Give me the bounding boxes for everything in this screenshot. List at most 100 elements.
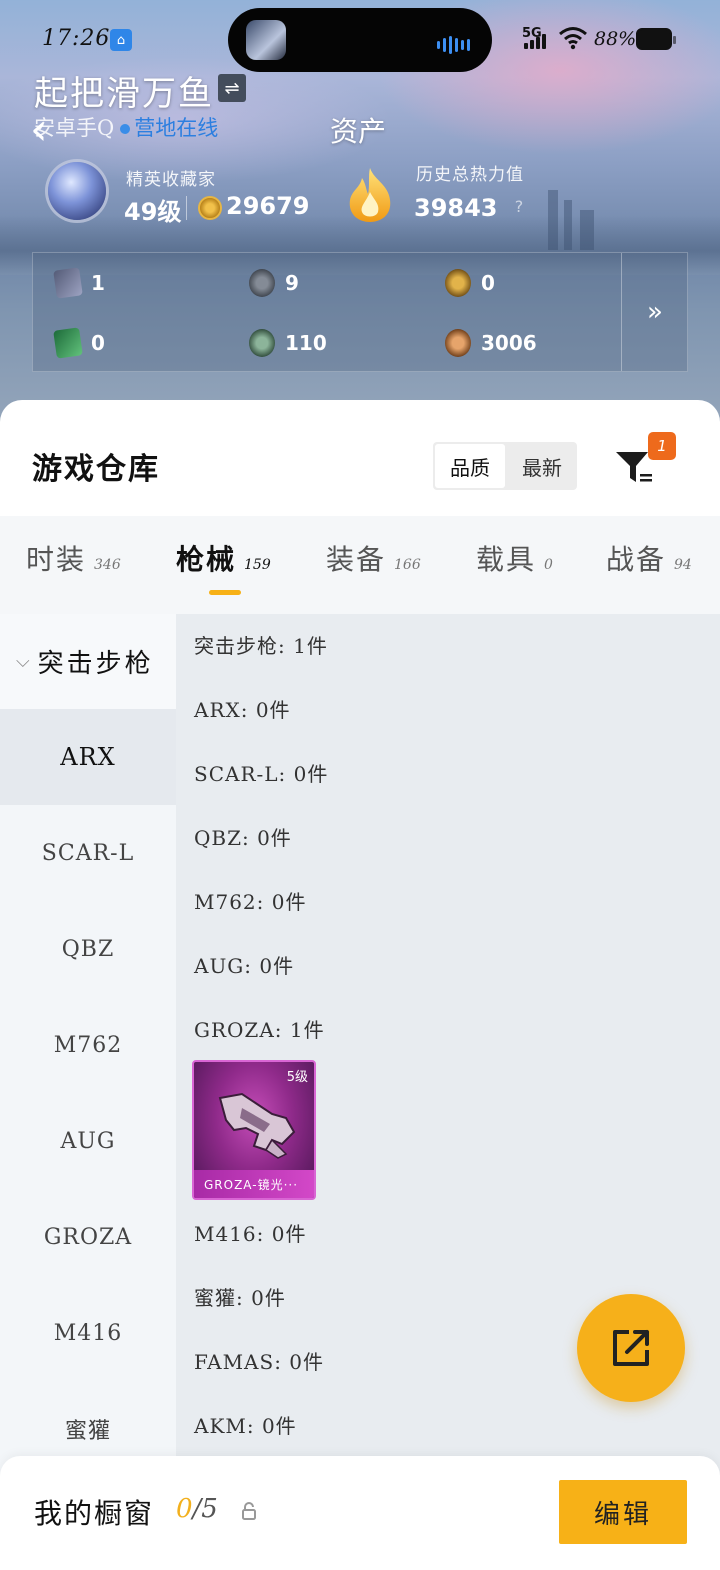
tab-count: 94 [674, 557, 692, 573]
showcase-used: 0 [176, 1494, 193, 1524]
heat-value: 39843 [414, 194, 498, 222]
list-item: M762: 0件 [194, 890, 307, 914]
tab-equipment[interactable]: 装备 166 [326, 538, 421, 578]
category-item-groza[interactable]: GROZA [0, 1189, 176, 1285]
currency-value: 110 [285, 331, 327, 355]
currency-value: 1 [91, 271, 105, 295]
list-item: M416: 0件 [194, 1222, 307, 1246]
currency-value: 9 [285, 271, 299, 295]
tab-supplies[interactable]: 战备 94 [606, 538, 692, 578]
list-item: FAMAS: 0件 [194, 1350, 325, 1374]
chevron-down-icon: ⌵ [16, 651, 30, 672]
list-item: AUG: 0件 [194, 954, 295, 978]
currency-item: 3006 [445, 327, 537, 359]
warehouse-title: 游戏仓库 [32, 452, 160, 487]
media-avatar [246, 20, 286, 60]
tab-vehicles[interactable]: 载具 0 [476, 538, 553, 578]
category-item-m416[interactable]: M416 [0, 1285, 176, 1381]
heat-title: 历史总热力值 [416, 165, 524, 185]
currency-item: 0 [53, 327, 105, 359]
active-tab-indicator [209, 590, 241, 595]
item-level: 5级 [286, 1070, 308, 1085]
online-dot-icon [120, 123, 131, 134]
tower [564, 200, 572, 250]
tab-fashion[interactable]: 时装 346 [26, 538, 121, 578]
currency-item: 9 [249, 267, 299, 299]
silver-card-icon [53, 267, 83, 299]
category-group-assault-rifle[interactable]: ⌵ 突击步枪 [0, 614, 176, 709]
currency-value: 0 [481, 271, 495, 295]
tab-count: 166 [394, 557, 421, 573]
coin-value: 29679 [226, 192, 310, 220]
tab-count: 346 [94, 557, 121, 573]
sort-latest-button[interactable]: 最新 [507, 442, 577, 490]
list-item: AKM: 0件 [194, 1414, 297, 1438]
list-item: SCAR-L: 0件 [194, 762, 329, 786]
rank-badge-icon[interactable] [48, 162, 106, 220]
category-item-scar-l[interactable]: SCAR-L [0, 805, 176, 901]
section-heading: 突击步枪: 1件 [194, 634, 328, 658]
wifi-icon [558, 26, 588, 56]
category-item-qbz[interactable]: QBZ [0, 901, 176, 997]
showcase-total: /5 [192, 1494, 218, 1524]
currency-item: 110 [249, 327, 327, 359]
showcase-count: 0/5 [176, 1494, 218, 1524]
dynamic-island[interactable] [228, 8, 492, 72]
filter-count-badge: 1 [648, 432, 676, 460]
tab-label: 装备 [326, 543, 387, 576]
rank-level: 49级 [124, 198, 182, 226]
bronze-coin-icon [445, 329, 471, 357]
list-item: QBZ: 0件 [194, 826, 292, 850]
category-list: ⌵ 突击步枪 ARX SCAR-L QBZ M762 AUG GROZA M41… [0, 614, 176, 1570]
tab-count: 0 [544, 557, 553, 573]
page-title: 资产 [330, 115, 387, 148]
weapon-image [218, 1092, 296, 1159]
currency-value: 3006 [481, 331, 537, 355]
notification-app-icon: ⌂ [110, 29, 132, 51]
lock-icon [242, 1502, 256, 1520]
currency-item: 0 [445, 267, 495, 299]
weapon-skin-card[interactable]: 5级 GROZA-镜光··· [192, 1060, 316, 1200]
player-name: 起把滑万鱼 [34, 74, 214, 114]
list-item: ARX: 0件 [194, 698, 291, 722]
currency-panel: 1 9 0 0 110 3006 » [32, 252, 688, 372]
weapon-list: 突击步枪: 1件 ARX: 0件 SCAR-L: 0件 QBZ: 0件 M762… [176, 614, 720, 1570]
tab-label: 载具 [476, 543, 537, 576]
battery-icon [636, 28, 676, 50]
currency-value: 0 [91, 331, 105, 355]
help-icon[interactable]: ? [508, 196, 530, 218]
item-name: GROZA-镜光··· [194, 1170, 314, 1198]
list-item: GROZA: 1件 [194, 1018, 325, 1042]
clock: 17:26 [42, 26, 111, 51]
showcase-bar: 我的橱窗 0/5 编辑 [0, 1456, 720, 1570]
category-item-m762[interactable]: M762 [0, 997, 176, 1093]
tower [548, 190, 558, 250]
battery-percent: 88% [594, 28, 637, 50]
sort-toggle: 品质 最新 [433, 442, 577, 490]
tab-weapons[interactable]: 枪械 159 [176, 538, 271, 578]
gold-coin-icon [445, 269, 471, 297]
tab-count: 159 [244, 557, 271, 573]
showcase-label: 我的橱窗 [34, 1497, 155, 1530]
category-group-label: 突击步枪 [37, 649, 154, 679]
list-item: 蜜獾: 0件 [194, 1286, 286, 1310]
tab-label: 战备 [606, 543, 667, 576]
grey-coin-icon [249, 269, 275, 297]
green-coin-icon [249, 329, 275, 357]
flame-icon [349, 168, 391, 222]
divider [186, 196, 187, 220]
category-item-aug[interactable]: AUG [0, 1093, 176, 1189]
sort-quality-button[interactable]: 品质 [435, 444, 505, 488]
tower [580, 210, 594, 250]
collector-coin-icon [198, 196, 222, 220]
switch-account-icon[interactable]: ⇌ [218, 74, 246, 102]
edit-button[interactable]: 编辑 [559, 1480, 687, 1544]
category-item-arx[interactable]: ARX [0, 709, 176, 805]
rank-title: 精英收藏家 [126, 170, 216, 190]
expand-more-icon[interactable]: » [621, 253, 689, 371]
category-tabs: 时装 346 枪械 159 装备 166 载具 0 战备 94 [0, 516, 720, 614]
share-button[interactable] [577, 1294, 685, 1402]
back-arrow-icon[interactable]: ‹ [30, 108, 60, 154]
online-status: 营地在线 [134, 116, 219, 140]
currency-item: 1 [53, 267, 105, 299]
